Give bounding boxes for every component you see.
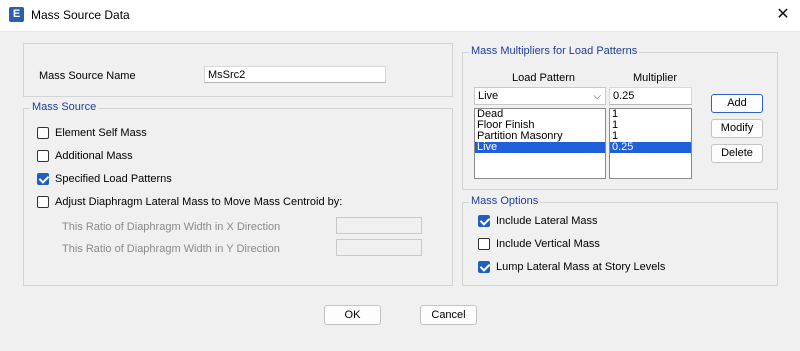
- lump-lateral-mass-label: Lump Lateral Mass at Story Levels: [496, 261, 666, 273]
- list-item-selected[interactable]: Live: [475, 142, 605, 153]
- add-button[interactable]: Add: [711, 94, 763, 113]
- additional-mass-label: Additional Mass: [55, 150, 133, 162]
- ratio-x-field[interactable]: [336, 217, 422, 234]
- mass-source-name-field[interactable]: MsSrc2: [204, 66, 386, 83]
- specified-load-patterns-checkbox[interactable]: Specified Load Patterns: [37, 173, 172, 185]
- delete-button[interactable]: Delete: [711, 144, 763, 163]
- mass-multipliers-group: Mass Multipliers for Load Patterns Load …: [462, 45, 778, 190]
- window-title: Mass Source Data: [31, 8, 130, 22]
- adjust-diaphragm-checkbox[interactable]: Adjust Diaphragm Lateral Mass to Move Ma…: [37, 196, 342, 208]
- multiplier-list[interactable]: 1 1 1 0.25: [609, 108, 692, 179]
- mass-multipliers-group-title: Mass Multipliers for Load Patterns: [469, 45, 640, 57]
- cancel-button[interactable]: Cancel: [420, 305, 477, 325]
- checkbox-checked-icon: [478, 215, 490, 227]
- app-logo-icon: E: [9, 7, 24, 22]
- list-item[interactable]: 1: [610, 120, 691, 131]
- include-vertical-mass-label: Include Vertical Mass: [496, 238, 600, 250]
- mass-source-name-label: Mass Source Name: [39, 70, 136, 82]
- multiplier-column-header: Multiplier: [633, 72, 678, 84]
- load-pattern-list[interactable]: Dead Floor Finish Partition Masonry Live: [474, 108, 606, 179]
- include-lateral-mass-label: Include Lateral Mass: [496, 215, 598, 227]
- checkbox-icon: [37, 127, 49, 139]
- mass-options-group: Mass Options Include Lateral Mass Includ…: [462, 195, 778, 286]
- load-pattern-column-header: Load Pattern: [512, 72, 575, 84]
- ratio-y-field[interactable]: [336, 239, 422, 256]
- specified-load-patterns-label: Specified Load Patterns: [55, 173, 172, 185]
- list-item[interactable]: 1: [610, 109, 691, 120]
- dialog-body: Mass Source Name MsSrc2 Mass Source Elem…: [0, 31, 800, 351]
- checkbox-icon: [37, 150, 49, 162]
- element-self-mass-checkbox[interactable]: Element Self Mass: [37, 127, 147, 139]
- mass-source-group-title: Mass Source: [30, 101, 99, 113]
- title-bar: E Mass Source Data ✕: [0, 0, 800, 31]
- checkbox-checked-icon: [37, 173, 49, 185]
- mass-source-name-panel: Mass Source Name MsSrc2: [23, 43, 453, 97]
- checkbox-icon: [478, 238, 490, 250]
- close-button[interactable]: ✕: [766, 0, 800, 31]
- additional-mass-checkbox[interactable]: Additional Mass: [37, 150, 133, 162]
- element-self-mass-label: Element Self Mass: [55, 127, 147, 139]
- chevron-down-icon: ⌵: [593, 91, 601, 102]
- list-item-selected[interactable]: 0.25: [610, 142, 691, 153]
- load-pattern-dropdown[interactable]: Live ⌵: [474, 87, 606, 105]
- multiplier-input[interactable]: 0.25: [609, 87, 692, 105]
- load-pattern-dropdown-value: Live: [478, 90, 499, 102]
- checkbox-icon: [37, 196, 49, 208]
- include-lateral-mass-checkbox[interactable]: Include Lateral Mass: [478, 215, 598, 227]
- adjust-diaphragm-label: Adjust Diaphragm Lateral Mass to Move Ma…: [55, 196, 343, 208]
- checkbox-checked-icon: [478, 261, 490, 273]
- lump-lateral-mass-checkbox[interactable]: Lump Lateral Mass at Story Levels: [478, 261, 665, 273]
- mass-options-group-title: Mass Options: [469, 195, 541, 207]
- ok-button[interactable]: OK: [324, 305, 381, 325]
- ratio-y-label: This Ratio of Diaphragm Width in Y Direc…: [62, 243, 280, 255]
- mass-source-group: Mass Source Element Self Mass Additional…: [23, 101, 453, 286]
- modify-button[interactable]: Modify: [711, 119, 763, 138]
- ratio-x-label: This Ratio of Diaphragm Width in X Direc…: [62, 221, 281, 233]
- include-vertical-mass-checkbox[interactable]: Include Vertical Mass: [478, 238, 600, 250]
